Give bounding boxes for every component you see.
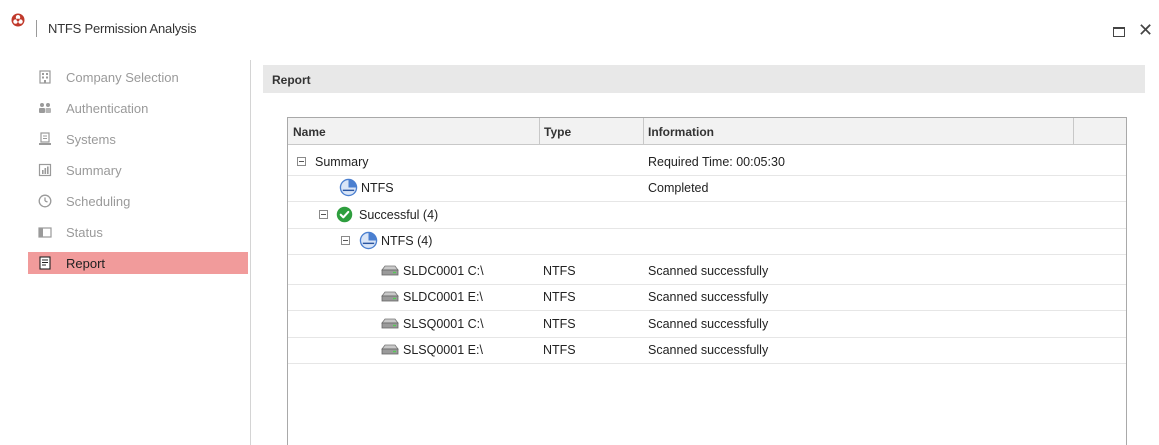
row-name: SLDC0001 C:\ (403, 264, 484, 278)
collapse-toggle[interactable] (341, 236, 350, 245)
drive-icon (381, 344, 399, 355)
drive-icon (381, 291, 399, 302)
row-name: Successful (4) (359, 208, 439, 222)
sidebar-item-label: Authentication (66, 101, 149, 116)
building-icon (39, 70, 51, 84)
tree-row[interactable]: Summary Required Time: 00:05:30 (288, 149, 1126, 176)
title-separator (36, 20, 37, 37)
sidebar-item-label: Company Selection (66, 70, 179, 85)
row-info: Required Time: 00:05:30 (648, 155, 785, 169)
drive-icon (381, 318, 399, 329)
tree-row[interactable]: NTFS (4) (288, 228, 1126, 255)
window-title: NTFS Permission Analysis (48, 21, 197, 36)
section-header: Report (263, 65, 1145, 93)
sidebar-item-label: Status (66, 225, 103, 240)
row-info: Scanned successfully (648, 343, 769, 357)
tree-row[interactable]: SLSQ0001 E:\ NTFS Scanned successfully (288, 337, 1126, 364)
column-header-name[interactable]: Name (288, 118, 540, 144)
row-name: NTFS (4) (381, 234, 433, 248)
section-title: Report (272, 73, 311, 87)
row-name: SLSQ0001 E:\ (403, 343, 483, 357)
tree-row[interactable]: SLDC0001 E:\ NTFS Scanned successfully (288, 284, 1126, 311)
ntfs-icon (339, 178, 358, 197)
row-type: NTFS (543, 343, 576, 357)
row-type: NTFS (543, 290, 576, 304)
sidebar-item-summary[interactable]: Summary (28, 159, 248, 181)
row-name: NTFS (361, 181, 394, 195)
summary-icon (38, 163, 52, 177)
systems-icon (39, 132, 51, 145)
collapse-toggle[interactable] (297, 157, 306, 166)
row-info: Scanned successfully (648, 317, 769, 331)
collapse-toggle[interactable] (319, 210, 328, 219)
sidebar-divider (250, 60, 251, 445)
row-name: Summary (315, 155, 369, 169)
tree-row[interactable]: Successful (4) (288, 202, 1126, 229)
tree-row[interactable]: NTFS Completed (288, 175, 1126, 202)
grid-header: Name Type Information (288, 118, 1126, 145)
report-icon (39, 256, 51, 270)
sidebar-item-company-selection[interactable]: Company Selection (28, 66, 248, 88)
sidebar-item-label: Summary (66, 163, 122, 178)
title-bar: NTFS Permission Analysis ✕ (0, 0, 1159, 44)
row-name: SLDC0001 E:\ (403, 290, 483, 304)
sidebar-item-status[interactable]: Status (28, 221, 248, 243)
sidebar-item-label: Systems (66, 132, 116, 147)
sidebar-item-authentication[interactable]: Authentication (28, 97, 248, 119)
sidebar-item-systems[interactable]: Systems (28, 128, 248, 150)
tree-row[interactable]: SLSQ0001 C:\ NTFS Scanned successfully (288, 311, 1126, 338)
drive-icon (381, 265, 399, 276)
row-type: NTFS (543, 264, 576, 278)
status-icon (38, 227, 52, 238)
maximize-button[interactable] (1113, 27, 1125, 37)
sidebar: Company Selection Authentication Systems… (0, 60, 250, 445)
sidebar-item-scheduling[interactable]: Scheduling (28, 190, 248, 212)
sidebar-item-label: Report (66, 256, 106, 271)
column-header-information[interactable]: Information (643, 118, 1074, 144)
row-info: Scanned successfully (648, 290, 769, 304)
clock-icon (38, 194, 52, 208)
users-icon (39, 103, 51, 113)
tree-row[interactable]: SLDC0001 C:\ NTFS Scanned successfully (288, 258, 1126, 285)
ntfs-icon (359, 231, 378, 250)
row-name: SLSQ0001 C:\ (403, 317, 484, 331)
report-tree-grid: Name Type Information Summary Required T… (287, 117, 1127, 445)
sidebar-item-label: Scheduling (66, 194, 131, 209)
row-info: Completed (648, 181, 709, 195)
row-info: Scanned successfully (648, 264, 769, 278)
close-button[interactable]: ✕ (1138, 20, 1153, 40)
row-type: NTFS (543, 317, 576, 331)
column-header-type[interactable]: Type (539, 118, 644, 144)
check-icon (336, 206, 353, 223)
app-logo-icon (11, 13, 25, 27)
sidebar-item-report[interactable]: Report (28, 252, 248, 274)
